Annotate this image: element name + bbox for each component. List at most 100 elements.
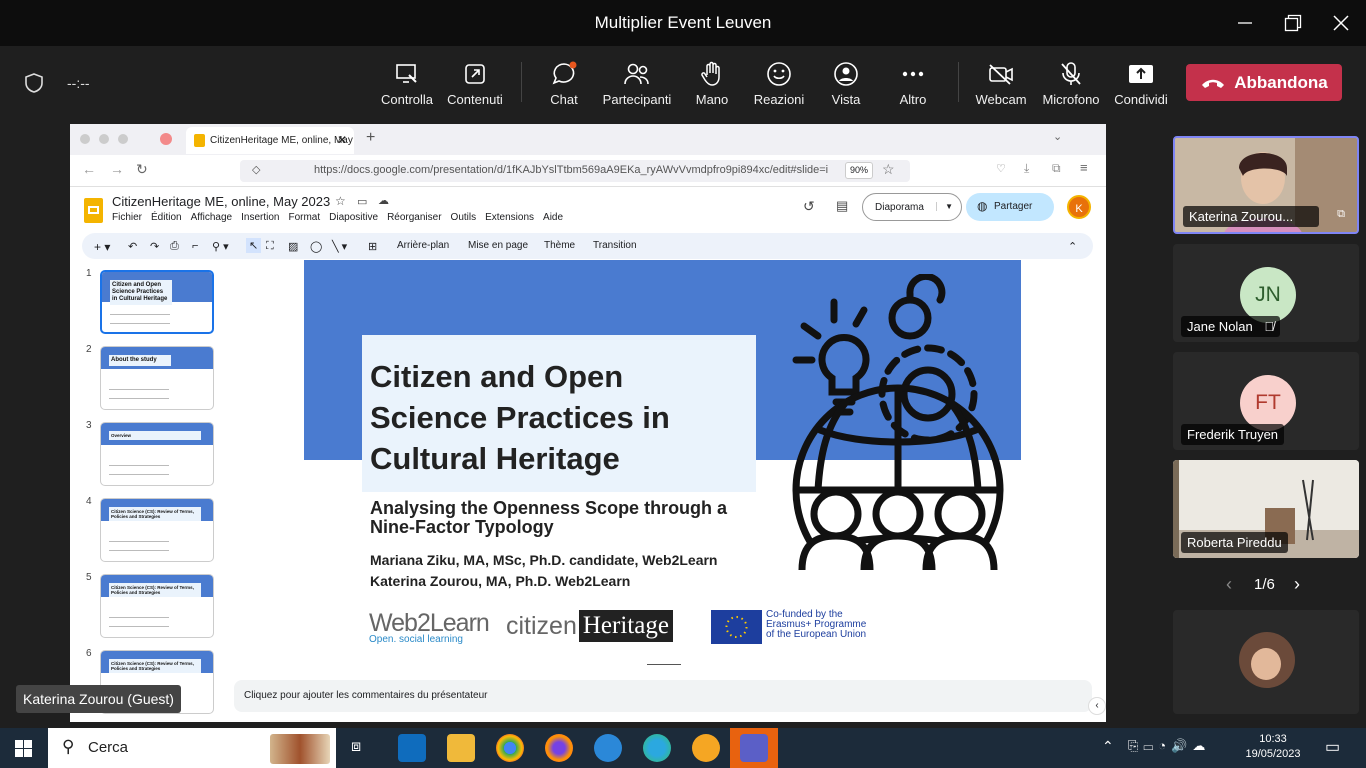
menu-item[interactable]: Aide [543, 212, 563, 223]
notifications-icon[interactable]: ▭ [1325, 737, 1340, 757]
self-view-tile[interactable] [1173, 610, 1359, 714]
participants-button[interactable]: Partecipanti [601, 60, 673, 107]
chrome-icon[interactable] [496, 734, 524, 762]
maximize-button[interactable] [1270, 0, 1316, 46]
theme-button[interactable]: Thème [544, 240, 575, 251]
content-button[interactable]: Contenuti [439, 60, 511, 107]
select-icon[interactable]: ↖ [246, 238, 262, 253]
video-tile-jane[interactable]: JN Jane Nolan 🎙̸ [1173, 244, 1359, 342]
raise-hand-button[interactable]: Mano [676, 60, 748, 107]
transition-button[interactable]: Transition [593, 240, 637, 251]
video-tile-frederik[interactable]: FT Frederik Truyen [1173, 352, 1359, 450]
view-button[interactable]: Vista [810, 60, 882, 107]
comments-icon[interactable]: ▤ [836, 198, 848, 214]
microphone-button[interactable]: Microfono [1035, 60, 1107, 107]
forward-icon[interactable]: → [110, 161, 124, 177]
downloads-icon[interactable]: ⤓ [1024, 161, 1029, 176]
video-tile-roberta[interactable]: Roberta Pireddu [1173, 460, 1359, 558]
slideshow-button[interactable]: Diaporama ▼ [862, 193, 962, 221]
frame-icon[interactable]: ⛶ [266, 240, 274, 253]
slide-title[interactable]: Citizen and Open Science Practices in Cu… [370, 356, 750, 479]
address-bar[interactable]: https://docs.google.com/presentation/d/1… [240, 160, 910, 182]
windows-start-icon[interactable] [15, 740, 32, 757]
side-panel-toggle-icon[interactable]: ‹ [1088, 697, 1106, 715]
menu-item[interactable]: Réorganiser [387, 212, 441, 223]
teams-active-app[interactable] [730, 728, 778, 768]
redo-icon[interactable]: ↷ [150, 240, 159, 253]
close-window-button[interactable] [1318, 0, 1364, 46]
webcam-button[interactable]: Webcam [965, 60, 1037, 107]
author-line[interactable]: Katerina Zourou, MA, Ph.D. Web2Learn [370, 573, 630, 589]
menu-item[interactable]: Affichage [191, 212, 233, 223]
history-icon[interactable]: ↺ [803, 198, 815, 215]
new-tab-button[interactable]: + [366, 129, 375, 147]
move-folder-icon[interactable]: ▭ [357, 195, 367, 208]
print-icon[interactable]: ⎙ [170, 240, 179, 253]
browser-tab[interactable]: CitizenHeritage ME, online, May ✕ [186, 127, 354, 154]
leave-button[interactable]: Abbandona [1186, 64, 1342, 101]
teams-classic-icon[interactable] [594, 734, 622, 762]
star-icon[interactable]: ☆ [335, 194, 346, 208]
document-title[interactable]: CitizenHeritage ME, online, May 2023 [112, 194, 330, 209]
pocket-icon[interactable]: ♡ [996, 162, 1006, 175]
author-line[interactable]: Mariana Ziku, MA, MSc, Ph.D. candidate, … [370, 552, 717, 568]
paint-format-icon[interactable]: ⌐ [192, 240, 198, 252]
menu-item[interactable]: Extensions [485, 212, 534, 223]
menu-item[interactable]: Diapositive [329, 212, 378, 223]
more-button[interactable]: Altro [877, 60, 949, 107]
edge-icon[interactable] [643, 734, 671, 762]
tab-list-icon[interactable]: ⌄ [1053, 130, 1062, 143]
share-button[interactable]: Condividi [1105, 60, 1177, 107]
share-docs-button[interactable]: ◍ Partager [966, 193, 1054, 221]
system-tray-icons[interactable]: ⎘▭◔🔊☁ [1128, 738, 1210, 754]
account-avatar[interactable]: K [1067, 195, 1091, 219]
file-explorer-icon[interactable] [447, 734, 475, 762]
menu-item[interactable]: Outils [451, 212, 477, 223]
canvas-resize-handle[interactable] [647, 664, 681, 665]
speaker-notes[interactable]: Cliquez pour ajouter les commentaires du… [234, 680, 1092, 712]
menu-icon[interactable]: ≡ [1080, 160, 1088, 175]
close-tab-icon[interactable]: ✕ [337, 133, 347, 147]
slide-thumbnail[interactable]: About the study [100, 346, 214, 410]
menu-item[interactable]: Édition [151, 212, 182, 223]
reactions-button[interactable]: Reazioni [743, 60, 815, 107]
task-view-icon[interactable]: ⧈ [351, 738, 361, 756]
taskbar-search[interactable]: ⚲ Cerca [48, 728, 336, 768]
slide-thumbnail[interactable]: Citizen Science (CS): Review of Terms, P… [100, 498, 214, 562]
next-page-icon[interactable]: › [1294, 574, 1300, 595]
outlook-icon[interactable] [398, 734, 426, 762]
shape-icon[interactable]: ◯ [310, 240, 322, 253]
zoom-icon[interactable]: ⚲ ▾ [212, 240, 229, 253]
menu-item[interactable]: Fichier [112, 212, 142, 223]
system-clock[interactable]: 10:33 19/05/2023 [1244, 732, 1302, 762]
chat-button[interactable]: Chat [528, 60, 600, 107]
collapse-icon[interactable]: ⌃ [1068, 240, 1077, 253]
slide-thumbnail[interactable]: Citizen Science (CS): Review of Terms, P… [100, 574, 214, 638]
extensions-icon[interactable]: ⧉ [1052, 161, 1061, 176]
firefox-view-icon[interactable] [160, 133, 172, 145]
menu-item[interactable]: Format [288, 212, 320, 223]
slides-logo[interactable] [84, 198, 103, 223]
minimize-button[interactable] [1222, 0, 1268, 46]
zoom-level[interactable]: 90% [845, 162, 873, 179]
vpn-icon[interactable] [692, 734, 720, 762]
layout-button[interactable]: Mise en page [468, 240, 528, 251]
line-icon[interactable]: ╲ ▾ [332, 240, 347, 253]
reload-icon[interactable]: ↻ [136, 161, 148, 178]
slide-thumbnail[interactable]: Overview [100, 422, 214, 486]
new-slide-icon[interactable]: + ▾ [94, 240, 110, 254]
video-tile-katerina[interactable]: Katerina Zourou... ⧉ [1173, 136, 1359, 234]
comment-add-icon[interactable]: ⊞ [368, 240, 377, 253]
control-button[interactable]: Controlla [371, 60, 443, 107]
prev-page-icon[interactable]: ‹ [1226, 574, 1232, 595]
firefox-icon[interactable] [545, 734, 573, 762]
back-icon[interactable]: ← [82, 161, 96, 177]
slide-thumbnail[interactable]: Citizen and Open Science Practices in Cu… [100, 270, 214, 334]
bookmark-star-icon[interactable]: ☆ [882, 161, 895, 178]
slideshow-dropdown-icon[interactable]: ▼ [936, 202, 953, 211]
menu-item[interactable]: Insertion [241, 212, 279, 223]
slide-subtitle[interactable]: Analysing the Openness Scope through a N… [370, 499, 750, 537]
undo-icon[interactable]: ↶ [128, 240, 137, 253]
slide-canvas[interactable]: Citizen and Open Science Practices in Cu… [304, 260, 1021, 662]
background-button[interactable]: Arrière-plan [397, 240, 449, 251]
